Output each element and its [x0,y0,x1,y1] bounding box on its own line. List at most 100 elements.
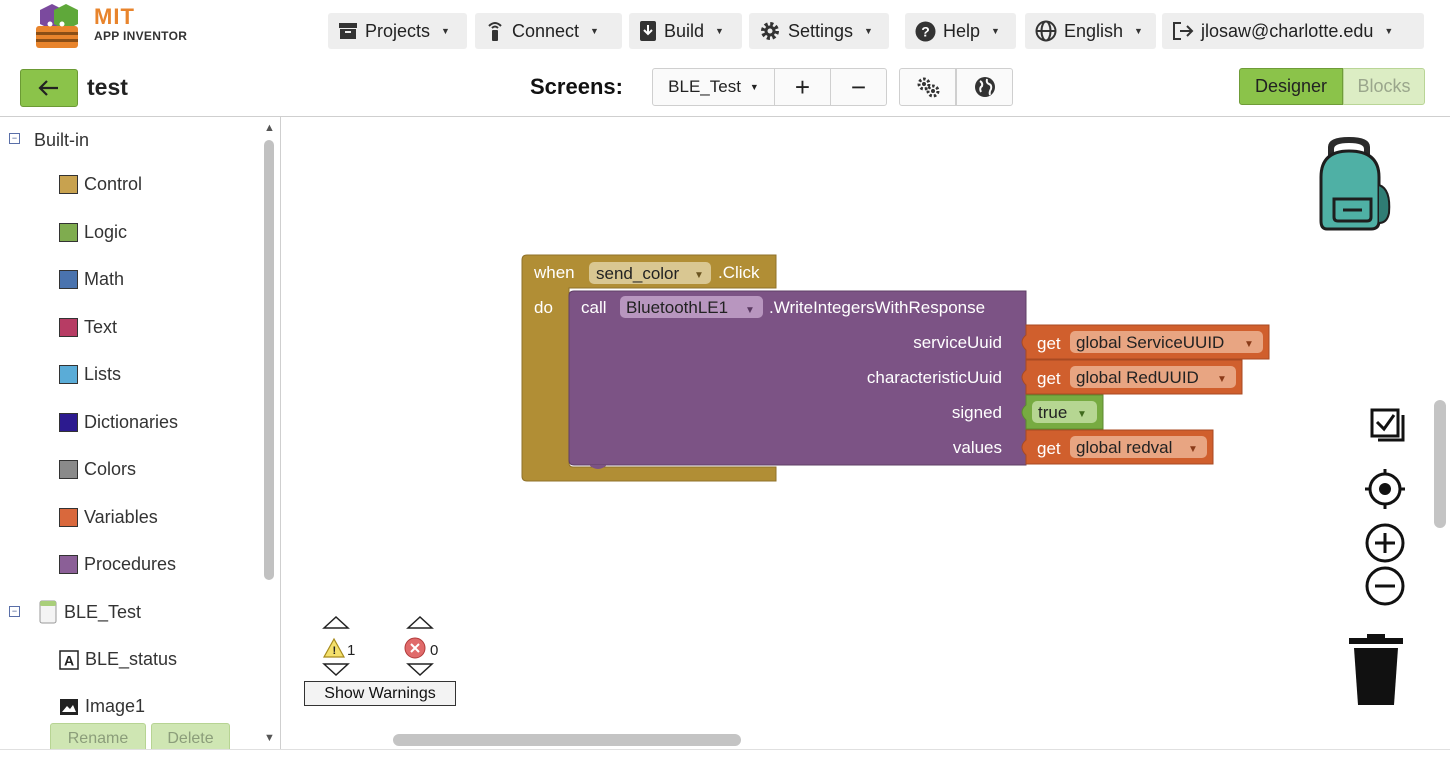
tree-item-image1[interactable]: Image1 [59,696,145,717]
method-name-label: .WriteIntegersWithResponse [769,298,985,317]
tree-item-text[interactable]: Text [59,317,117,338]
screens-label: Screens: [530,74,623,99]
error-count: 0 [430,642,438,659]
blocks-button[interactable]: Blocks [1343,68,1425,105]
chevron-down-icon: ▼ [745,305,755,316]
globe-icon [974,77,995,97]
zoom-out-icon[interactable] [1365,566,1405,606]
math-color-swatch [59,270,78,289]
recenter-icon[interactable] [1365,469,1405,509]
chevron-down-icon: ▼ [590,26,599,36]
top-header: MIT APP INVENTOR Projects ▼ Connect ▼ Buil… [0,0,1450,59]
ble-status-label: BLE_status [85,649,178,669]
gears-icon [917,77,939,98]
plus-icon: + [794,71,811,102]
projects-menu-button[interactable]: Projects ▼ [328,13,467,49]
screen-icon [39,600,57,624]
scroll-down-arrow-icon[interactable]: ▼ [264,732,275,744]
lists-label: Lists [84,364,122,384]
text-label: Text [84,317,118,337]
logic-label: Logic [84,222,128,242]
dictionaries-color-swatch [59,413,78,432]
connect-menu-button[interactable]: Connect ▼ [475,13,622,49]
help-menu-button[interactable]: ? Help ▼ [905,13,1016,49]
remove-screen-button[interactable]: − [830,68,887,106]
logout-icon [1173,22,1194,40]
error-prev-arrow-icon[interactable] [406,615,434,629]
build-menu-label: Build [664,20,705,41]
control-label: Control [84,174,143,194]
workspace-canvas[interactable]: when send_color ▼ .Click do call Bluetoo… [281,117,1450,749]
language-menu-label: English [1064,20,1124,41]
logo-mit-text: MIT [94,4,135,29]
logic-color-swatch [59,223,78,242]
logic-true-block[interactable]: true ▼ [1021,394,1104,430]
control-color-swatch [59,175,78,194]
screen-selector-dropdown[interactable]: BLE_Test ▼ [652,68,775,106]
globe-icon [1035,20,1057,42]
svg-text:A: A [64,652,74,668]
build-icon [640,21,656,41]
build-menu-button[interactable]: Build ▼ [629,13,742,49]
app-inventor-logo[interactable]: MIT APP INVENTOR [30,2,190,52]
trash-icon[interactable] [1349,634,1403,705]
workspace-horizontal-scrollbar[interactable] [393,734,741,746]
tree-scrollbar[interactable]: ▲ ▼ [262,118,276,750]
back-button[interactable] [20,69,78,107]
tree-item-control[interactable]: Control [59,174,142,195]
get-service-uuid-block[interactable]: get global ServiceUUID ▼ [1021,324,1270,360]
tree-item-screen[interactable]: BLE_Test [39,600,141,624]
scroll-up-arrow-icon[interactable]: ▲ [264,122,275,134]
zoom-in-icon[interactable] [1365,523,1405,563]
designer-button[interactable]: Designer [1239,68,1343,105]
warning-next-arrow-icon[interactable] [322,663,350,677]
collapse-builtin-toggle[interactable]: − [9,133,20,144]
tree-item-colors[interactable]: Colors [59,459,136,480]
blocks-tree-panel: − Built-in Control Logic Math Text Lists… [0,117,281,763]
true-value-label: true [1038,403,1067,422]
svg-text:!: ! [333,645,337,657]
chevron-down-icon: ▼ [749,82,759,92]
backpack-icon[interactable] [1319,137,1391,231]
tree-item-lists[interactable]: Lists [59,364,121,385]
tree-item-variables[interactable]: Variables [59,507,158,528]
get-keyword: get [1037,439,1061,458]
publish-button[interactable] [956,68,1013,106]
chevron-down-icon: ▼ [1384,26,1394,36]
do-keyword: do [534,298,553,317]
project-toolbar: test Screens: BLE_Test ▼ + − Designer Bl… [0,58,1450,117]
tree-item-procedures[interactable]: Procedures [59,554,176,575]
label-icon: A [59,649,79,670]
add-screen-button[interactable]: + [774,68,831,106]
get-red-uuid-block[interactable]: get global RedUUID ▼ [1021,359,1243,395]
project-properties-button[interactable] [899,68,956,106]
warning-indicator: ! 1 [322,615,355,677]
redval-variable-label: global redval [1076,438,1172,457]
footer-strip [0,749,1450,764]
variables-color-swatch [59,508,78,527]
collapse-screen-toggle[interactable]: − [9,606,20,617]
account-menu-button[interactable]: jlosaw@charlotte.edu ▼ [1162,13,1424,49]
tree-scrollbar-thumb[interactable] [264,140,274,580]
call-block-write-integers[interactable]: call BluetoothLE1 ▼ .WriteIntegersWithRe… [568,290,1027,469]
tree-item-logic[interactable]: Logic [59,222,127,243]
colors-label: Colors [84,459,137,479]
settings-menu-button[interactable]: Settings ▼ [749,13,889,49]
cleanup-icon[interactable] [1370,408,1405,442]
tree-item-dictionaries[interactable]: Dictionaries [59,412,178,433]
tree-item-builtin[interactable]: Built-in [34,130,89,151]
get-redval-block[interactable]: get global redval ▼ [1021,429,1214,465]
tree-item-math[interactable]: Math [59,269,124,290]
projects-icon [339,23,357,39]
tree-item-ble-status[interactable]: A BLE_status [59,649,177,670]
settings-menu-label: Settings [788,20,854,41]
show-warnings-button[interactable]: Show Warnings [304,681,456,706]
language-menu-button[interactable]: English ▼ [1025,13,1156,49]
warning-prev-arrow-icon[interactable] [322,615,350,629]
procedures-label: Procedures [84,554,177,574]
chevron-down-icon: ▼ [1188,444,1198,455]
chevron-down-icon: ▼ [864,26,873,36]
blocks-workspace[interactable]: when send_color ▼ .Click do call Bluetoo… [281,117,1450,749]
workspace-vertical-scrollbar[interactable] [1434,400,1446,528]
error-next-arrow-icon[interactable] [406,663,434,677]
